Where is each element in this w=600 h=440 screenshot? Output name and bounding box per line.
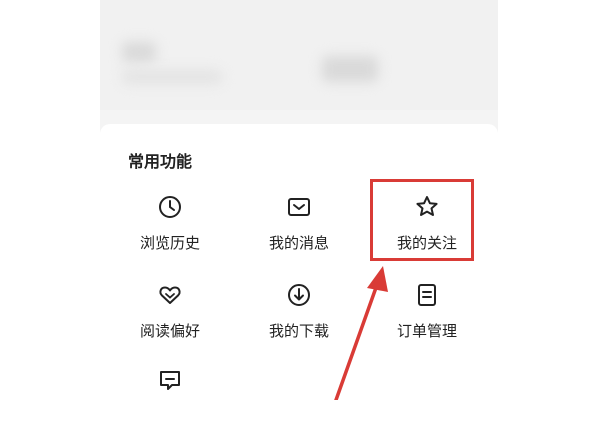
document-icon [418,284,436,306]
section-title: 常用功能 [128,152,193,171]
menu-item-reading-preferences[interactable]: 阅读偏好 [110,274,230,354]
menu-item-order-management[interactable]: 订单管理 [367,274,487,354]
menu-item-feedback[interactable] [110,360,230,440]
profile-summary-blurred [100,0,498,110]
heart-icon [159,286,181,304]
common-functions-card: 常用功能 浏览历史 我的消息 我的关注 阅读偏好 我的下载 订单管理 [100,124,498,414]
menu-item-label: 浏览历史 [139,234,200,252]
menu-item-label: 我的下载 [268,322,329,340]
blurred-text-2 [122,70,222,84]
menu-item-my-downloads[interactable]: 我的下载 [239,274,359,354]
menu-item-label: 阅读偏好 [139,322,200,340]
message-box-icon [288,198,310,216]
blurred-text-1 [122,42,156,62]
clock-icon [159,196,181,218]
download-icon [288,284,310,306]
chat-bubble-icon [160,371,180,390]
menu-item-label: 订单管理 [396,322,457,340]
highlight-box [370,179,474,261]
menu-item-my-messages[interactable]: 我的消息 [239,186,359,266]
menu-item-label: 我的消息 [268,234,329,252]
blurred-text-3 [322,56,378,82]
menu-item-browse-history[interactable]: 浏览历史 [110,186,230,266]
